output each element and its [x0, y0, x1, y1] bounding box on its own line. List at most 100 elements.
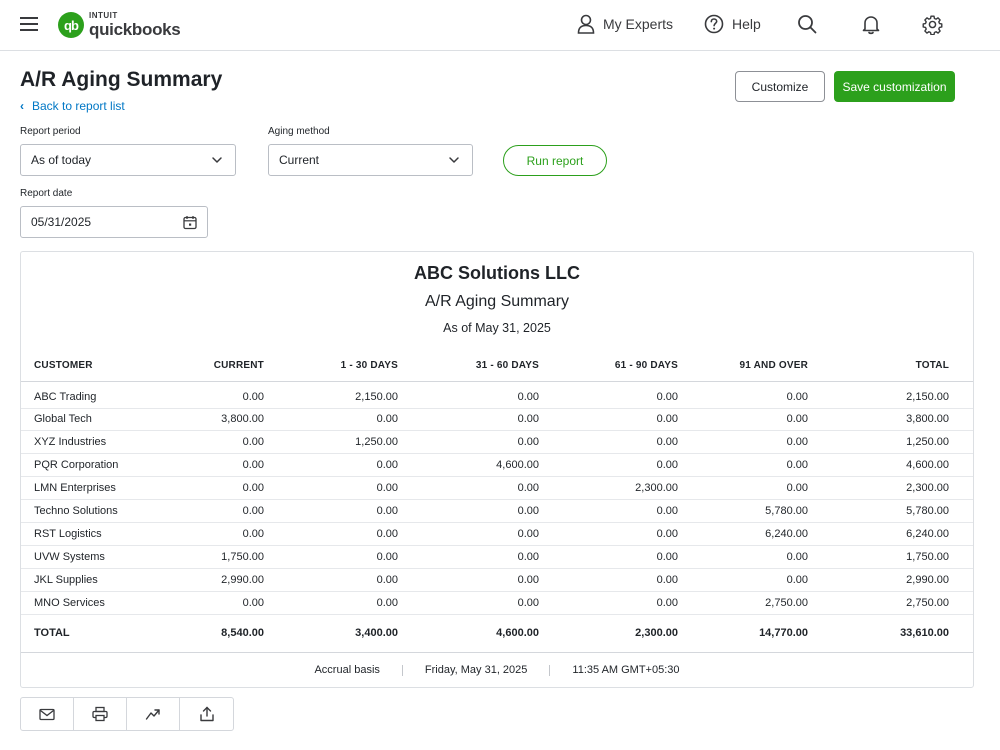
column-header-91-and-over[interactable]: 91 AND OVER [702, 351, 832, 382]
cell-amount[interactable]: 0.00 [563, 381, 702, 409]
table-row[interactable]: XYZ Industries 0.00 1,250.00 0.00 0.00 0… [21, 430, 973, 455]
cell-amount[interactable]: 0.00 [171, 453, 288, 478]
cell-amount[interactable]: 0.00 [422, 568, 563, 592]
cell-amount[interactable]: 0.00 [288, 568, 422, 592]
cell-amount[interactable]: 2,300.00 [563, 476, 702, 501]
cell-total[interactable]: 3,800.00 [832, 408, 973, 432]
back-to-report-list-link[interactable]: ‹ Back to report list [20, 99, 125, 113]
table-row[interactable]: Techno Solutions 0.00 0.00 0.00 0.00 5,7… [21, 499, 973, 523]
quickbooks-logo[interactable]: qb INTUIT quickbooks [58, 10, 181, 40]
cell-amount[interactable]: 0.00 [288, 591, 422, 615]
cell-amount[interactable]: 0.00 [422, 545, 563, 569]
cell-amount[interactable]: 2,750.00 [702, 591, 832, 615]
table-row[interactable]: PQR Corporation 0.00 0.00 4,600.00 0.00 … [21, 453, 973, 478]
email-button[interactable] [21, 698, 74, 730]
cell-customer[interactable]: ABC Trading [21, 381, 171, 409]
table-row[interactable]: UVW Systems 1,750.00 0.00 0.00 0.00 0.00… [21, 545, 973, 569]
cell-amount[interactable]: 0.00 [702, 453, 832, 478]
cell-total[interactable]: 2,150.00 [832, 381, 973, 409]
cell-amount[interactable]: 0.00 [288, 545, 422, 569]
cell-total[interactable]: 1,750.00 [832, 545, 973, 569]
column-header-31-60-days[interactable]: 31 - 60 DAYS [422, 351, 563, 382]
cell-amount[interactable]: 0.00 [171, 430, 288, 455]
cell-customer[interactable]: Techno Solutions [21, 499, 171, 523]
column-header-total[interactable]: TOTAL [832, 351, 973, 382]
cell-customer[interactable]: LMN Enterprises [21, 476, 171, 501]
cell-amount[interactable]: 0.00 [702, 381, 832, 409]
table-row[interactable]: RST Logistics 0.00 0.00 0.00 0.00 6,240.… [21, 522, 973, 546]
cell-amount[interactable]: 0.00 [563, 453, 702, 478]
cell-total[interactable]: 1,250.00 [832, 430, 973, 455]
cell-amount[interactable]: 0.00 [702, 476, 832, 501]
cell-total[interactable]: 2,750.00 [832, 591, 973, 615]
cell-amount[interactable]: 0.00 [563, 499, 702, 523]
cell-amount[interactable]: 0.00 [563, 568, 702, 592]
total-1-30-days[interactable]: 3,400.00 [288, 613, 422, 653]
cell-amount[interactable]: 0.00 [422, 408, 563, 432]
total-current[interactable]: 8,540.00 [171, 613, 288, 653]
table-row[interactable]: JKL Supplies 2,990.00 0.00 0.00 0.00 0.0… [21, 568, 973, 592]
cell-amount[interactable]: 1,250.00 [288, 430, 422, 455]
cell-amount[interactable]: 0.00 [702, 430, 832, 455]
cell-amount[interactable]: 0.00 [288, 476, 422, 501]
column-header-customer[interactable]: CUSTOMER [21, 351, 171, 382]
cell-amount[interactable]: 0.00 [563, 591, 702, 615]
cell-amount[interactable]: 0.00 [702, 568, 832, 592]
cell-amount[interactable]: 0.00 [171, 476, 288, 501]
column-header-1-30-days[interactable]: 1 - 30 DAYS [288, 351, 422, 382]
cell-total[interactable]: 2,990.00 [832, 568, 973, 592]
export-button[interactable] [180, 698, 233, 730]
cell-amount[interactable]: 0.00 [171, 591, 288, 615]
cell-customer[interactable]: XYZ Industries [21, 430, 171, 455]
cell-amount[interactable]: 0.00 [563, 430, 702, 455]
column-header-current[interactable]: CURRENT [171, 351, 288, 382]
cell-amount[interactable]: 0.00 [422, 499, 563, 523]
cell-amount[interactable]: 0.00 [288, 453, 422, 478]
cell-amount[interactable]: 4,600.00 [422, 453, 563, 478]
notifications-button[interactable] [861, 14, 881, 35]
cell-amount[interactable]: 0.00 [288, 522, 422, 546]
table-row[interactable]: Global Tech 3,800.00 0.00 0.00 0.00 0.00… [21, 408, 973, 432]
settings-button[interactable] [922, 14, 943, 35]
cell-amount[interactable]: 2,990.00 [171, 568, 288, 592]
cell-amount[interactable]: 0.00 [288, 499, 422, 523]
total-31-60-days[interactable]: 4,600.00 [422, 613, 563, 653]
table-row[interactable]: ABC Trading 0.00 2,150.00 0.00 0.00 0.00… [21, 381, 973, 409]
cell-amount[interactable]: 0.00 [288, 408, 422, 432]
cell-total[interactable]: 4,600.00 [832, 453, 973, 478]
cell-amount[interactable]: 0.00 [422, 476, 563, 501]
report-date-input[interactable]: 05/31/2025 [20, 206, 208, 238]
cell-total[interactable]: 6,240.00 [832, 522, 973, 546]
cell-customer[interactable]: PQR Corporation [21, 453, 171, 478]
cell-total[interactable]: 5,780.00 [832, 499, 973, 523]
cell-amount[interactable]: 0.00 [702, 408, 832, 432]
calendar-icon[interactable] [183, 215, 197, 230]
total-61-90-days[interactable]: 2,300.00 [563, 613, 702, 653]
cell-amount[interactable]: 0.00 [171, 499, 288, 523]
help-button[interactable]: Help [704, 14, 761, 34]
total-grand[interactable]: 33,610.00 [832, 613, 973, 653]
cell-amount[interactable]: 6,240.00 [702, 522, 832, 546]
cell-amount[interactable]: 1,750.00 [171, 545, 288, 569]
cell-amount[interactable]: 0.00 [563, 522, 702, 546]
run-report-button[interactable]: Run report [503, 145, 607, 176]
cell-customer[interactable]: MNO Services [21, 591, 171, 615]
cell-amount[interactable]: 0.00 [422, 381, 563, 409]
cell-amount[interactable]: 0.00 [171, 381, 288, 409]
total-91-and-over[interactable]: 14,770.00 [702, 613, 832, 653]
table-row[interactable]: MNO Services 0.00 0.00 0.00 0.00 2,750.0… [21, 591, 973, 615]
share-button[interactable] [127, 698, 180, 730]
cell-customer[interactable]: Global Tech [21, 408, 171, 432]
cell-amount[interactable]: 3,800.00 [171, 408, 288, 432]
cell-amount[interactable]: 5,780.00 [702, 499, 832, 523]
cell-amount[interactable]: 0.00 [563, 545, 702, 569]
save-customization-button[interactable]: Save customization [834, 71, 955, 102]
cell-customer[interactable]: JKL Supplies [21, 568, 171, 592]
cell-amount[interactable]: 0.00 [702, 545, 832, 569]
cell-amount[interactable]: 0.00 [422, 430, 563, 455]
cell-amount[interactable]: 0.00 [563, 408, 702, 432]
report-period-select[interactable]: As of today [20, 144, 236, 176]
table-row[interactable]: LMN Enterprises 0.00 0.00 0.00 2,300.00 … [21, 476, 973, 501]
cell-customer[interactable]: RST Logistics [21, 522, 171, 546]
print-button[interactable] [74, 698, 127, 730]
